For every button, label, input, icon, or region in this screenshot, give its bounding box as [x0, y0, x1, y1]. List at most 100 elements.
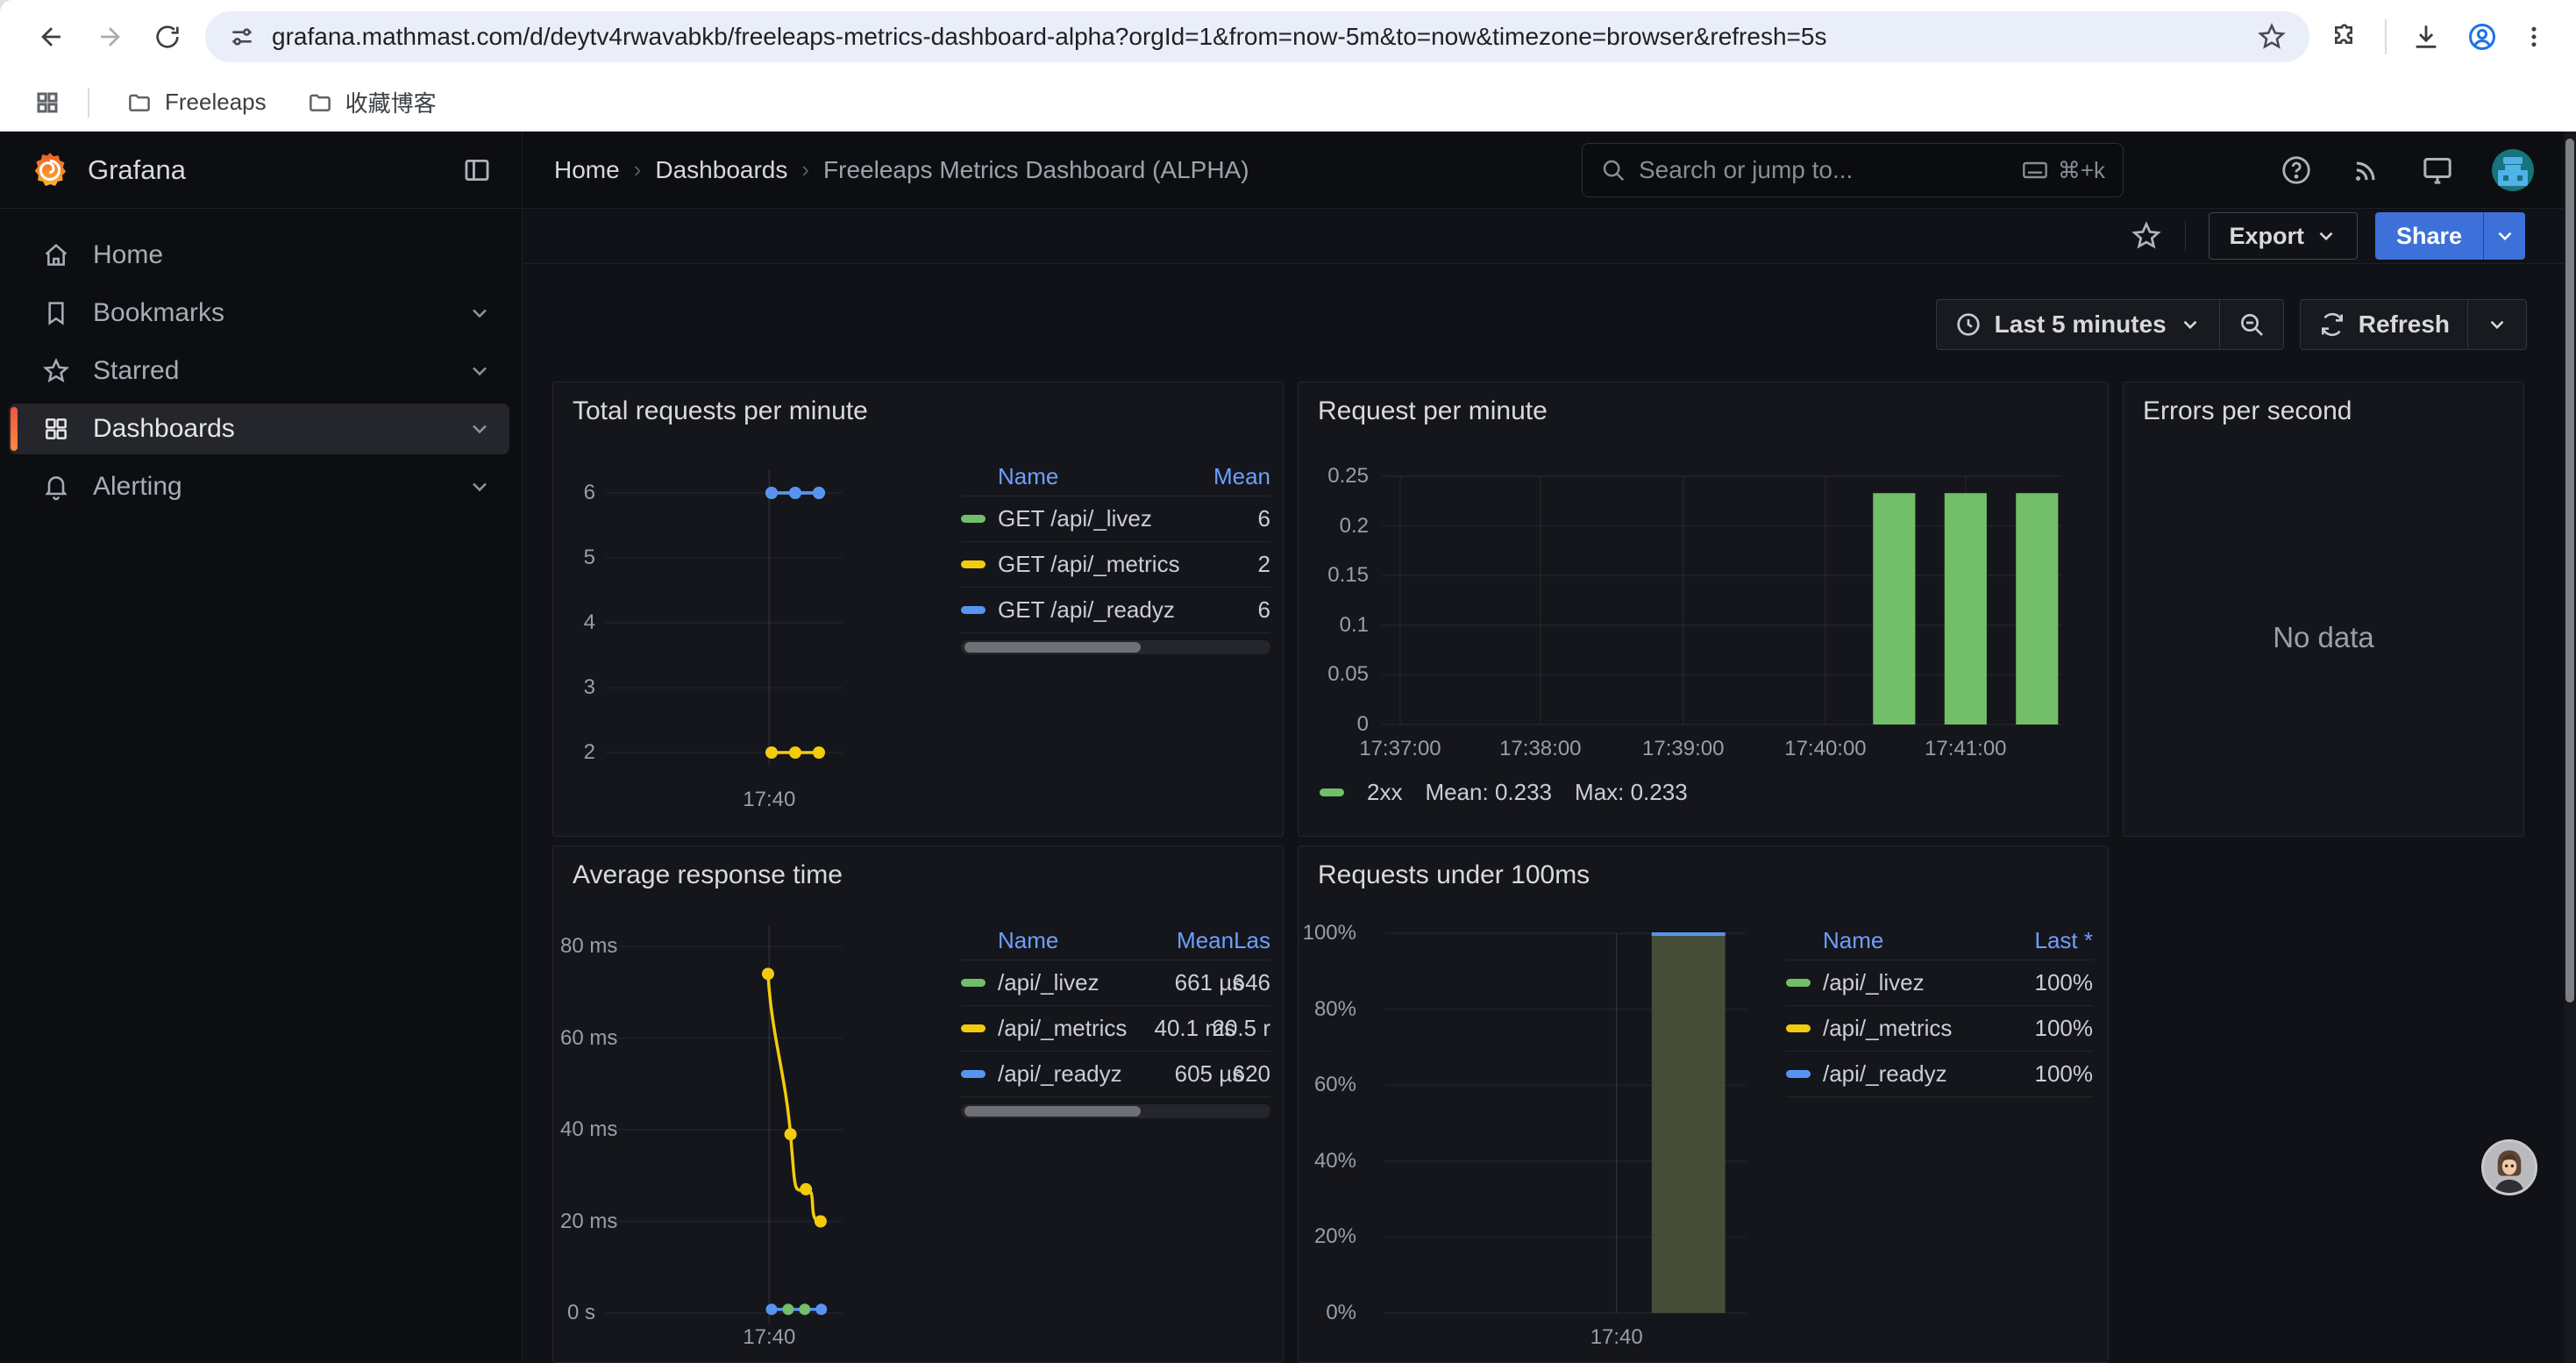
panel-errors-per-second[interactable]: Errors per second No data [2123, 382, 2524, 837]
panel-title[interactable]: Errors per second [2143, 396, 2352, 426]
legend-scrollbar-thumb[interactable] [964, 642, 1141, 653]
scrollbar-thumb[interactable] [2565, 139, 2574, 1003]
sidebar-item-dashboards[interactable]: Dashboards [9, 403, 509, 454]
sidebar-item-alerting[interactable]: Alerting [9, 461, 509, 512]
chevron-down-icon[interactable] [467, 475, 492, 499]
time-range-picker[interactable]: Last 5 minutes [1937, 300, 2219, 349]
folder-icon [307, 89, 333, 116]
legend-row[interactable]: GET /api/_livez6 [961, 496, 1270, 542]
bookmark-star-icon[interactable] [2257, 22, 2287, 52]
bookmarks-divider [88, 88, 89, 118]
share-button[interactable]: Share [2375, 212, 2525, 260]
legend-value: 20.5 r [1213, 1015, 1271, 1042]
y-axis-tick: 0.2 [1299, 514, 1369, 539]
legend-row[interactable]: /api/_livez661 µs646 [961, 960, 1270, 1006]
refresh-group: Refresh [2300, 299, 2527, 350]
panel-title[interactable]: Total requests per minute [573, 396, 868, 426]
legend-row[interactable]: /api/_livez100% [1786, 960, 2093, 1006]
site-settings-icon[interactable] [228, 23, 256, 51]
series-color-swatch [961, 515, 986, 523]
export-button[interactable]: Export [2209, 212, 2358, 260]
sidebar-item-starred[interactable]: Starred [9, 346, 509, 396]
panel-average-response-time[interactable]: Average response time 80 ms60 ms40 ms20 … [552, 846, 1284, 1363]
breadcrumb-dashboards[interactable]: Dashboards [655, 156, 787, 184]
search-input[interactable]: Search or jump to... ⌘+k [1582, 143, 2124, 197]
panel-requests-under-100ms[interactable]: Requests under 100ms 100%80%60%40%20%0%1… [1298, 846, 2109, 1363]
browser-reload-button[interactable] [139, 8, 196, 66]
apps-grid-icon[interactable] [26, 82, 68, 124]
downloads-icon[interactable] [2402, 8, 2450, 66]
legend-row[interactable]: /api/_metrics100% [1786, 1006, 2093, 1052]
legend-row[interactable]: GET /api/_metrics2 [961, 542, 1270, 588]
share-menu-chevron[interactable] [2483, 212, 2525, 260]
panel-request-per-minute[interactable]: Request per minute 0.250.20.150.10.05017… [1298, 382, 2109, 837]
legend-col-header[interactable]: Last * [2035, 927, 2094, 954]
legend-row[interactable]: /api/_readyz100% [1786, 1052, 2093, 1097]
refresh-interval-chevron[interactable] [2467, 300, 2526, 349]
legend-col-header[interactable]: Name [1786, 927, 2035, 954]
legend-scrollbar[interactable] [961, 1104, 1270, 1118]
news-rss-icon[interactable] [2350, 153, 2383, 187]
tab-corner [0, 0, 23, 12]
legend-col-header[interactable]: Mean [1213, 463, 1270, 490]
address-bar[interactable]: grafana.mathmast.com/d/deytv4rwavabkb/fr… [205, 11, 2309, 62]
series-name: GET /api/_metrics [998, 551, 1180, 578]
chevron-down-icon [2315, 225, 2338, 247]
browser-menu-icon[interactable] [2515, 8, 2553, 66]
toolbar-right [2322, 8, 2553, 66]
sidebar-item-bookmarks[interactable]: Bookmarks [9, 288, 509, 339]
panel-total-requests[interactable]: Total requests per minute 6543217:40Name… [552, 382, 1284, 837]
legend-col-header[interactable]: Las [1234, 927, 1270, 954]
bar-legend[interactable]: 2xxMean: 0.233Max: 0.233 [1320, 779, 1688, 806]
legend-mean: Mean: 0.233 [1425, 779, 1552, 806]
bookmarks-bar: Freeleaps 收藏博客 [0, 74, 2576, 132]
browser-back-button[interactable] [23, 8, 81, 66]
legend-row[interactable]: GET /api/_readyz6 [961, 588, 1270, 633]
breadcrumb-home[interactable]: Home [554, 156, 620, 184]
kiosk-monitor-icon[interactable] [2420, 153, 2455, 188]
zoom-out-button[interactable] [2219, 300, 2283, 349]
refresh-button[interactable]: Refresh [2301, 300, 2467, 349]
legend-col-header[interactable]: Name [961, 927, 1176, 954]
breadcrumb-separator: › [634, 156, 642, 183]
url-text[interactable]: grafana.mathmast.com/d/deytv4rwavabkb/fr… [272, 23, 2257, 51]
legend-row[interactable]: /api/_metrics40.1 ms20.5 r [961, 1006, 1270, 1052]
bar-chart [1382, 476, 2062, 724]
panel-title[interactable]: Requests under 100ms [1318, 860, 1590, 890]
series-name: GET /api/_livez [998, 505, 1152, 532]
favorite-star-icon[interactable] [2131, 220, 2162, 252]
legend-max: Max: 0.233 [1575, 779, 1688, 806]
legend-series: /api/_livez [1786, 969, 2035, 996]
bookmark-folder-2[interactable]: 收藏博客 [293, 79, 451, 125]
legend-col-header[interactable]: Mean [1176, 927, 1234, 954]
y-axis-tick: 5 [560, 546, 595, 570]
sidebar-item-label: Starred [93, 356, 445, 386]
series-color-swatch [961, 1024, 986, 1032]
page-scrollbar[interactable] [2564, 132, 2576, 1363]
profile-icon[interactable] [2459, 8, 2506, 66]
legend-col-header[interactable]: Name [961, 463, 1213, 490]
floating-assistant-avatar[interactable] [2481, 1139, 2537, 1195]
legend-scrollbar-thumb[interactable] [964, 1106, 1141, 1117]
breadcrumb-separator: › [801, 156, 809, 183]
panel-title[interactable]: Request per minute [1318, 396, 1548, 426]
legend-scrollbar[interactable] [961, 640, 1270, 654]
bookmark-folder-1[interactable]: Freeleaps [112, 79, 281, 125]
user-avatar[interactable] [2492, 149, 2534, 191]
chevron-down-icon[interactable] [467, 359, 492, 383]
panel-title[interactable]: Average response time [573, 860, 843, 890]
area-chart [1384, 933, 1747, 1313]
legend-series: /api/_livez [961, 969, 1175, 996]
chevron-down-icon[interactable] [467, 301, 492, 325]
browser-forward-button[interactable] [81, 8, 139, 66]
sidebar-item-home[interactable]: Home [9, 230, 509, 281]
chevron-down-icon[interactable] [467, 417, 492, 441]
y-axis-tick: 6 [560, 481, 595, 505]
dock-menu-icon[interactable] [462, 155, 492, 185]
legend-row[interactable]: /api/_readyz605 µs620 [961, 1052, 1270, 1097]
legend-table: NameLast * /api/_livez100%/api/_metrics10… [1786, 922, 2093, 1097]
toolbar-divider [2385, 19, 2387, 54]
bookmark-folder-label: 收藏博客 [345, 86, 437, 118]
help-icon[interactable] [2280, 153, 2313, 187]
extensions-icon[interactable] [2322, 8, 2369, 66]
